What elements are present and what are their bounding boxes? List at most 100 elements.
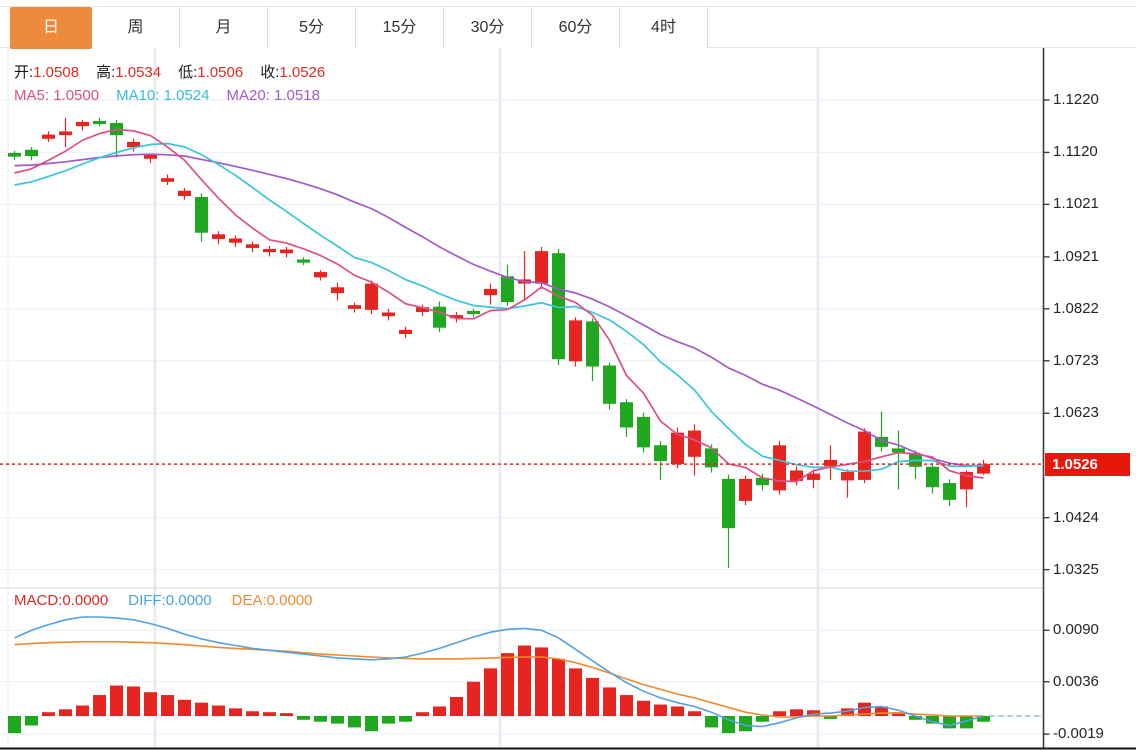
current-price-label: 1.0526 bbox=[1045, 453, 1130, 476]
ohlc-legend: 开:1.0508高:1.0534低:1.0506收:1.0526 bbox=[14, 61, 342, 82]
macd-bar-negative bbox=[756, 716, 769, 722]
candle-down bbox=[297, 259, 310, 262]
candle-down bbox=[637, 417, 650, 447]
tab-4hour[interactable]: 4时 bbox=[620, 7, 708, 48]
ma20-legend: MA20: 1.0518 bbox=[227, 87, 320, 104]
macd-bar-positive bbox=[501, 653, 514, 716]
macd-bar-positive bbox=[195, 703, 208, 716]
macd-bar-positive bbox=[246, 711, 259, 716]
macd-bar-negative bbox=[365, 716, 378, 731]
close-label: 收: bbox=[260, 64, 279, 81]
low-value: 1.0506 bbox=[197, 64, 243, 81]
macd-bar-positive bbox=[569, 668, 582, 716]
macd-bar-positive bbox=[603, 687, 616, 716]
candle-up bbox=[314, 272, 327, 277]
macd-bar-positive bbox=[42, 712, 55, 716]
candle-up bbox=[824, 460, 837, 466]
candle-up bbox=[59, 131, 72, 135]
price-tick-label: 1.0424 bbox=[1053, 509, 1099, 527]
macd-bar-positive bbox=[450, 697, 463, 716]
candle-down bbox=[25, 150, 38, 156]
close-value: 1.0526 bbox=[279, 64, 325, 81]
macd-tick-label: 0.0036 bbox=[1053, 673, 1099, 691]
ma-legend: MA5: 1.0500MA10: 1.0524MA20: 1.0518 bbox=[14, 87, 320, 104]
macd-bar-positive bbox=[467, 682, 480, 716]
macd-bar-negative bbox=[25, 716, 38, 726]
chart-canvas[interactable] bbox=[0, 0, 1136, 751]
tab-month[interactable]: 月 bbox=[180, 7, 268, 48]
candle-down bbox=[926, 467, 939, 487]
macd-bar-negative bbox=[331, 716, 344, 724]
macd-bar-positive bbox=[773, 711, 786, 716]
macd-value-legend: MACD:0.0000 bbox=[14, 592, 108, 609]
timeframe-tabbar: 日 周 月 5分 15分 30分 60分 4时 bbox=[0, 6, 1136, 48]
candle-up bbox=[773, 445, 786, 490]
macd-bar-negative bbox=[399, 716, 412, 722]
candle-up bbox=[263, 249, 276, 252]
macd-bar-positive bbox=[654, 705, 667, 716]
price-tick-label: 1.0325 bbox=[1053, 561, 1099, 579]
candle-down bbox=[433, 307, 446, 328]
candle-up bbox=[348, 305, 361, 309]
candle-down bbox=[722, 479, 735, 528]
candle-down bbox=[586, 321, 599, 366]
macd-tick-label: -0.0019 bbox=[1053, 725, 1104, 743]
price-tick-label: 1.1220 bbox=[1053, 91, 1099, 109]
candle-down bbox=[501, 276, 514, 302]
macd-bar-positive bbox=[59, 709, 72, 716]
macd-bar-positive bbox=[671, 706, 684, 716]
candle-down bbox=[195, 197, 208, 233]
macd-bar-positive bbox=[518, 646, 531, 716]
candle-up bbox=[212, 234, 225, 239]
macd-bar-positive bbox=[161, 695, 174, 716]
macd-bar-positive bbox=[586, 678, 599, 716]
macd-bar-positive bbox=[229, 708, 242, 716]
candle-up bbox=[229, 238, 242, 242]
candle-down bbox=[8, 153, 21, 157]
price-tick-label: 1.1021 bbox=[1053, 195, 1099, 213]
candle-up bbox=[671, 433, 684, 464]
candle-up bbox=[161, 178, 174, 182]
candle-up bbox=[280, 250, 293, 254]
tab-5min[interactable]: 5分 bbox=[268, 7, 356, 48]
candle-down bbox=[943, 483, 956, 500]
macd-bar-negative bbox=[348, 716, 361, 727]
low-label: 低: bbox=[178, 64, 197, 81]
tab-60min[interactable]: 60分 bbox=[532, 7, 620, 48]
tab-day[interactable]: 日 bbox=[10, 7, 92, 49]
price-tick-label: 1.0723 bbox=[1053, 352, 1099, 370]
macd-bar-positive bbox=[93, 695, 106, 716]
tab-15min[interactable]: 15分 bbox=[356, 7, 444, 48]
price-tick-label: 1.0822 bbox=[1053, 300, 1099, 318]
macd-bar-negative bbox=[8, 716, 21, 733]
macd-bar-positive bbox=[620, 695, 633, 716]
macd-legend: MACD:0.0000DIFF:0.0000DEA:0.0000 bbox=[14, 592, 313, 609]
tab-week[interactable]: 周 bbox=[92, 7, 180, 48]
macd-bar-positive bbox=[110, 686, 123, 716]
macd-bar-positive bbox=[790, 709, 803, 716]
macd-bar-positive bbox=[76, 706, 89, 716]
candle-down bbox=[603, 365, 616, 403]
candle-up bbox=[42, 135, 55, 139]
price-tick-label: 1.0623 bbox=[1053, 404, 1099, 422]
macd-bar-positive bbox=[263, 712, 276, 716]
candle-up bbox=[399, 330, 412, 334]
macd-bar-positive bbox=[212, 706, 225, 716]
candle-up bbox=[484, 289, 497, 295]
candle-up bbox=[535, 251, 548, 284]
dea-value-legend: DEA:0.0000 bbox=[232, 592, 313, 609]
candle-up bbox=[246, 244, 259, 248]
price-tick-label: 1.1120 bbox=[1053, 143, 1098, 161]
tab-30min[interactable]: 30分 bbox=[444, 7, 532, 48]
open-value: 1.0508 bbox=[33, 64, 79, 81]
macd-tick-label: 0.0090 bbox=[1053, 621, 1099, 639]
macd-bar-positive bbox=[416, 712, 429, 716]
candle-down bbox=[620, 402, 633, 427]
macd-bar-positive bbox=[178, 700, 191, 716]
macd-bar-positive bbox=[484, 668, 497, 716]
candle-up bbox=[841, 472, 854, 480]
ma10-legend: MA10: 1.0524 bbox=[116, 87, 209, 104]
candle-down bbox=[654, 445, 667, 461]
macd-bar-negative bbox=[705, 716, 718, 727]
candle-up bbox=[76, 122, 89, 126]
